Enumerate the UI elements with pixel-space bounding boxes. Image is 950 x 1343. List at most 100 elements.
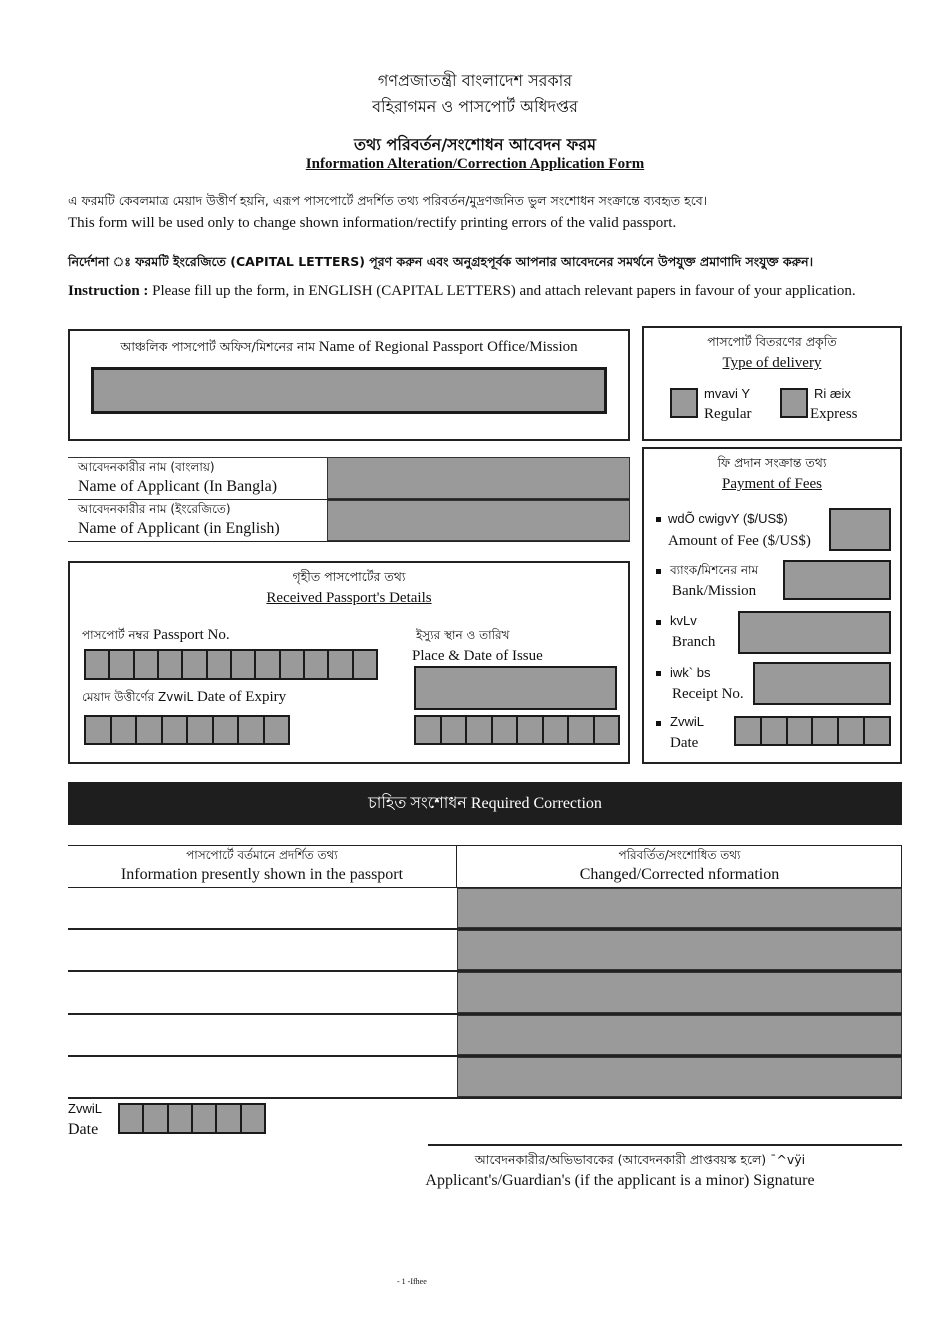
passport-no-cell[interactable] xyxy=(329,651,354,678)
receipt-input[interactable] xyxy=(753,662,891,705)
passport-no-cell[interactable] xyxy=(134,651,159,678)
table-row xyxy=(68,971,902,1015)
bullet-icon xyxy=(656,721,661,726)
page-number: - 1 -Ifhee xyxy=(397,1277,427,1286)
issue-place-input[interactable] xyxy=(414,666,617,710)
regional-office-section: আঞ্চলিক পাসপোর্ট অফিস/মিশনের নাম Name of… xyxy=(68,329,630,441)
footer-date-label-bn: ZvwiL xyxy=(68,1101,102,1116)
payment-title-bn: ফি প্রদান সংক্রান্ত তথ্য xyxy=(717,455,827,470)
bank-input[interactable] xyxy=(783,560,891,600)
passport-no-cell[interactable] xyxy=(183,651,208,678)
footer-date-cell[interactable] xyxy=(192,1105,218,1132)
receipt-label-bn: iwk` bs xyxy=(670,665,711,680)
corrected-info-cell[interactable] xyxy=(457,972,902,1013)
expiry-label: মেয়াদ উত্তীর্ণের ZvwiL Date of Expiry xyxy=(82,689,286,709)
signature-label-bn: আবেদনকারীর/অভিভাবকের (আবেদনকারী প্রাপ্তব… xyxy=(474,1152,806,1167)
corrected-info-cell[interactable] xyxy=(457,888,902,929)
footer-date-cell[interactable] xyxy=(144,1105,169,1132)
payment-date-cell[interactable] xyxy=(736,718,762,744)
current-info-cell[interactable] xyxy=(68,971,456,1013)
expiry-date-cell[interactable] xyxy=(188,717,214,743)
passport-no-cell[interactable] xyxy=(158,651,184,678)
passport-no-cell[interactable] xyxy=(110,651,135,678)
passport-no-label-en: Passport No. xyxy=(152,627,230,643)
current-info-cell[interactable] xyxy=(68,1056,456,1098)
signature-line[interactable] xyxy=(428,1144,902,1146)
issue-date-cell[interactable] xyxy=(594,717,618,743)
passport-no-input[interactable] xyxy=(84,649,378,680)
delivery-title-en: Type of delivery xyxy=(722,355,822,371)
amount-input[interactable] xyxy=(829,508,891,551)
purpose-en: This form will be used only to change sh… xyxy=(68,215,677,231)
expiry-label-bn: মেয়াদ উত্তীর্ণের ZvwiL xyxy=(82,690,194,704)
payment-date-cell[interactable] xyxy=(865,718,889,744)
expiry-date-cell[interactable] xyxy=(86,717,112,743)
footer-date-cell[interactable] xyxy=(168,1105,193,1132)
payment-date-cell[interactable] xyxy=(787,718,814,744)
delivery-type-section: পাসপোর্ট বিতরণের প্রকৃতি Type of deliver… xyxy=(642,326,902,441)
form-title-bn: তথ্য পরিবর্তন/সংশোধন আবেদন ফরম xyxy=(353,135,597,154)
passport-no-cell[interactable] xyxy=(86,651,111,678)
current-info-cell[interactable] xyxy=(68,887,456,929)
payment-date-cell[interactable] xyxy=(761,718,788,744)
divider xyxy=(68,845,902,846)
payment-date-cell[interactable] xyxy=(813,718,840,744)
applicant-english-label-en: Name of Applicant (in English) xyxy=(78,520,280,537)
issue-label-en: Place & Date of Issue xyxy=(412,648,543,664)
table-row xyxy=(68,1014,902,1057)
issue-date-cell[interactable] xyxy=(518,717,544,743)
amount-label-bn: wdÕ cwigvY ($/US$) xyxy=(668,511,788,526)
delivery-title-bn: পাসপোর্ট বিতরণের প্রকৃতি xyxy=(707,334,837,349)
footer-date-cell[interactable] xyxy=(120,1105,145,1132)
passport-no-cell[interactable] xyxy=(280,651,305,678)
expiry-date-cell[interactable] xyxy=(264,717,288,743)
issue-date-cell[interactable] xyxy=(569,717,595,743)
issue-date-cell[interactable] xyxy=(543,717,569,743)
delivery-regular-checkbox[interactable] xyxy=(670,388,698,418)
expiry-date-input[interactable] xyxy=(84,715,290,745)
payment-date-label-bn: ZvwiL xyxy=(670,714,704,729)
issue-date-input[interactable] xyxy=(414,715,620,745)
expiry-date-cell[interactable] xyxy=(213,717,239,743)
branch-input[interactable] xyxy=(738,611,891,654)
issue-date-cell[interactable] xyxy=(467,717,493,743)
passport-no-label-bn: পাসপোর্ট নম্বর xyxy=(82,628,150,642)
col-current-header-en: Information presently shown in the passp… xyxy=(120,866,404,883)
current-info-cell[interactable] xyxy=(68,1014,456,1056)
passport-no-label: পাসপোর্ট নম্বর Passport No. xyxy=(82,627,230,647)
bullet-icon xyxy=(656,620,661,625)
expiry-label-en: Date of Expiry xyxy=(196,689,287,705)
expiry-date-cell[interactable] xyxy=(162,717,188,743)
passport-no-cell[interactable] xyxy=(256,651,281,678)
expiry-date-cell[interactable] xyxy=(239,717,265,743)
passport-no-cell[interactable] xyxy=(207,651,232,678)
expiry-date-cell[interactable] xyxy=(111,717,137,743)
issue-date-cell[interactable] xyxy=(492,717,518,743)
form-title-en: Information Alteration/Correction Applic… xyxy=(305,156,645,172)
applicant-bangla-input[interactable] xyxy=(327,457,630,499)
footer-date-cell[interactable] xyxy=(241,1105,264,1132)
applicant-english-input[interactable] xyxy=(327,500,630,541)
footer-date-cell[interactable] xyxy=(217,1105,242,1132)
delivery-regular-label: Regular xyxy=(704,406,752,422)
payment-date-cell[interactable] xyxy=(839,718,866,744)
passport-no-cell[interactable] xyxy=(231,651,257,678)
passport-no-cell[interactable] xyxy=(304,651,330,678)
current-info-cell[interactable] xyxy=(68,929,456,971)
delivery-express-checkbox[interactable] xyxy=(780,388,808,418)
passport-no-cell[interactable] xyxy=(353,651,376,678)
delivery-express-label-bn: Ri æix xyxy=(814,386,851,401)
issue-date-cell[interactable] xyxy=(441,717,467,743)
instruction-bn: নির্দেশনা ঃ ফরমটি ইংরেজিতে (CAPITAL LETT… xyxy=(68,254,814,269)
corrected-info-cell[interactable] xyxy=(457,930,902,971)
payment-date-input[interactable] xyxy=(734,716,891,746)
department-name: বহিরাগমন ও পাসপোর্ট অধিদপ্তর xyxy=(372,97,578,116)
corrected-info-cell[interactable] xyxy=(457,1014,902,1055)
regional-office-input[interactable] xyxy=(91,367,607,414)
bullet-icon xyxy=(656,517,661,522)
expiry-date-cell[interactable] xyxy=(137,717,163,743)
receipt-label-en: Receipt No. xyxy=(672,686,744,702)
issue-date-cell[interactable] xyxy=(416,717,442,743)
footer-date-input[interactable] xyxy=(118,1103,266,1134)
corrected-info-cell[interactable] xyxy=(457,1056,902,1097)
